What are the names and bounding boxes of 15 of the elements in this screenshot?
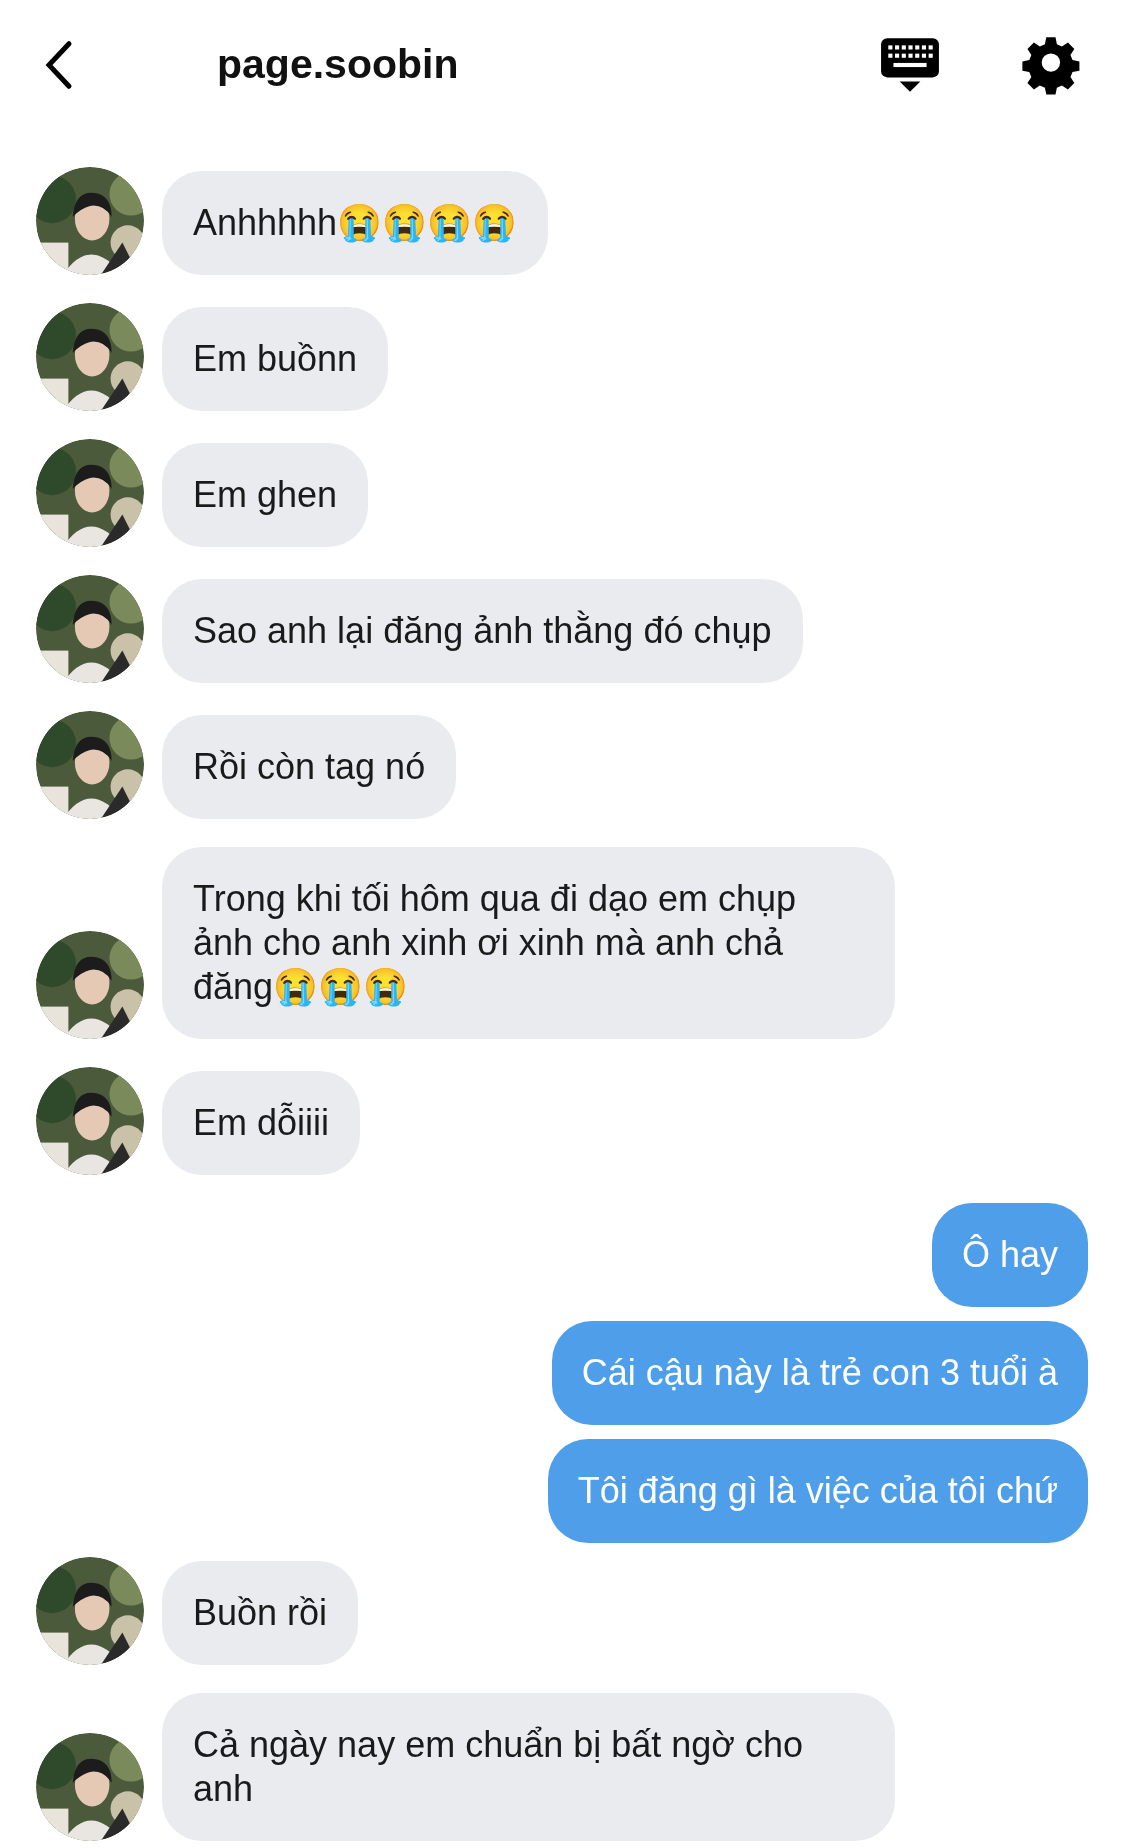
message-bubble: Rồi còn tag nó [162, 715, 457, 819]
message-bubble: Em buồnn [162, 307, 389, 411]
message-bubble: Tôi đăng gì là việc của tôi chứ [547, 1439, 1088, 1543]
message-bubble: Cả ngày nay em chuẩn bị bất ngờ cho anh [162, 1693, 895, 1841]
message-bubble: Buồn rồi [162, 1561, 359, 1665]
header-title: page.soobin [217, 40, 459, 90]
message-bubble: Em dỗiiii [162, 1071, 361, 1175]
settings-icon[interactable] [1021, 35, 1081, 95]
message-bubble: Cái cậu này là trẻ con 3 tuổi à [551, 1321, 1088, 1425]
message-bubble: Ô hay [931, 1203, 1088, 1307]
message-bubble: Em ghen [162, 443, 369, 547]
message-bubble: Sao anh lại đăng ảnh thằng đó chụp [162, 579, 803, 683]
message-bubble: Trong khi tối hôm qua đi dạo em chụp ảnh cho anh xinh ơi xinh mà anh chả đăng😭😭😭 [162, 847, 895, 1039]
message-bubble: Anhhhhh😭😭😭😭 [162, 171, 549, 275]
back-icon[interactable] [44, 38, 74, 92]
